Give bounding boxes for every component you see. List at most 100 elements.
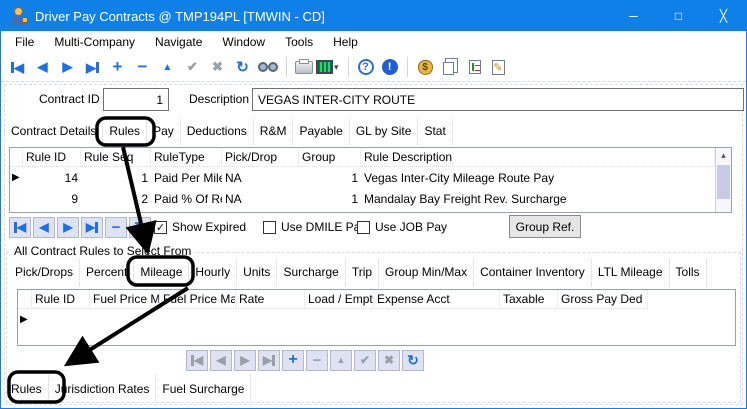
grid-prev-button[interactable]: ◀ [33,217,55,238]
tab-deductions[interactable]: Deductions [181,118,254,145]
menu-window[interactable]: Window [212,33,275,51]
cell-rule-type: Paid Per Mile [151,167,222,188]
cancel-changes-button[interactable]: ✖ [205,56,230,78]
use-job-pay-checkbox[interactable]: Use JOB Pay [357,216,447,238]
grid2-prev-button[interactable]: ◀ [210,350,232,371]
col-expense-acct[interactable]: Expense Acct [374,290,500,309]
help-icon[interactable]: ? [358,59,374,75]
add-record-button[interactable]: + [105,56,130,78]
col-taxable[interactable]: Taxable [500,290,558,309]
tab-pay[interactable]: Pay [147,118,181,145]
tab-pick-drops[interactable]: Pick/Drops [9,259,80,286]
col-rule-seq[interactable]: Rule Seq [81,148,151,167]
show-expired-checkbox[interactable]: ✓ Show Expired [154,216,246,238]
col-rule-id[interactable]: Rule ID [32,290,90,309]
col-fuel-price-min[interactable]: Fuel Price Mi [90,290,160,309]
grid-next-button[interactable]: ▶ [57,217,79,238]
menu-help[interactable]: Help [323,33,368,51]
tab-hourly[interactable]: Hourly [189,259,237,286]
grid2-last-button[interactable]: ▶ [258,350,280,371]
table-row[interactable]: 9 2 Paid % Of Re NA 1 Mandalay Bay Freig… [10,188,715,209]
tab-rm[interactable]: R&M [254,118,294,145]
tab-fuel-surcharge[interactable]: Fuel Surcharge [156,375,251,403]
first-record-button[interactable]: ◀ [5,56,30,78]
add-icon: + [288,351,297,369]
last-record-button[interactable]: ▶ [80,56,105,78]
tab-rules-bottom[interactable]: Rules [5,375,49,403]
grid-first-button[interactable]: ◀ [9,217,31,238]
tab-contract-details[interactable]: Contract Details [5,118,103,145]
tab-payable[interactable]: Payable [293,118,349,145]
grid-refresh-button[interactable]: ↻ [129,217,151,238]
tab-trip[interactable]: Trip [346,259,379,286]
grid2-delete-button[interactable]: − [306,350,328,371]
grid2-first-button[interactable]: ◀ [186,350,208,371]
table-row[interactable]: ▶ [18,309,735,330]
scrollbar-thumb[interactable] [717,165,730,199]
minimize-button[interactable]: ─ [611,1,656,31]
tab-stat[interactable]: Stat [418,118,452,145]
copy-icon[interactable] [443,62,454,75]
refresh-button[interactable]: ↻ [230,56,255,78]
grid-last-button[interactable]: ▶ [81,217,103,238]
edit-notes-icon[interactable]: ✎ [492,60,505,75]
collapse-button[interactable]: ▲ [155,56,180,78]
tab-surcharge[interactable]: Surcharge [277,259,345,286]
tab-container-inventory[interactable]: Container Inventory [474,259,592,286]
print-icon[interactable] [295,61,313,74]
tab-tolls[interactable]: Tolls [670,259,707,286]
tab-mileage[interactable]: Mileage [134,259,189,286]
grid2-cancel-button[interactable]: ✖ [378,350,400,371]
grid-delete-button[interactable]: − [105,217,127,238]
col-group[interactable]: Group [299,148,361,167]
previous-record-button[interactable]: ◀ [30,56,55,78]
tab-percent[interactable]: Percent [80,259,134,286]
description-label: Description [189,88,249,110]
tab-rules[interactable]: Rules [103,118,147,145]
info-icon[interactable]: ! [382,59,398,75]
table-row[interactable]: ▶ 14 1 Paid Per Mile NA 1 Vegas Inter-Ci… [10,167,715,188]
menu-navigate[interactable]: Navigate [145,33,212,51]
grid2-add-button[interactable]: + [282,350,304,371]
use-dmile-pay-checkbox[interactable]: Use DMILE Pay [263,216,366,238]
triangle-up-icon: ▲ [163,62,173,73]
col-rule-id[interactable]: Rule ID [23,148,81,167]
first-record-icon: ◀ [14,62,24,73]
report-icon[interactable] [469,60,481,74]
col-rule-type[interactable]: RuleType [151,148,222,167]
group-ref-button[interactable]: Group Ref. [509,215,581,238]
remove-icon: − [313,352,322,369]
tab-gl-by-site[interactable]: GL by Site [350,118,419,145]
tab-jurisdiction-rates[interactable]: Jurisdiction Rates [49,375,157,403]
delete-record-button[interactable]: − [130,56,155,78]
menu-tools[interactable]: Tools [275,33,323,51]
col-load-empty[interactable]: Load / Empt [305,290,374,309]
close-button[interactable]: ╳ [701,1,746,31]
tab-group-min-max[interactable]: Group Min/Max [379,259,474,286]
tab-units[interactable]: Units [237,259,277,286]
contract-id-field[interactable]: 1 [103,88,169,111]
menu-multi-company[interactable]: Multi-Company [44,33,145,51]
col-gross-pay-ded[interactable]: Gross Pay Ded [558,290,648,309]
grid2-accept-button[interactable]: ✔ [354,350,376,371]
col-rule-description[interactable]: Rule Description [361,148,715,167]
grid2-collapse-button[interactable]: ▲ [330,350,352,371]
description-field[interactable]: VEGAS INTER-CITY ROUTE [252,88,744,111]
search-binoculars-icon[interactable] [258,61,278,74]
chevron-down-icon[interactable]: ▾ [334,62,339,73]
tab-ltl-mileage[interactable]: LTL Mileage [592,259,670,286]
col-fuel-price-max[interactable]: Fuel Price Max [160,290,236,309]
col-rate[interactable]: Rate [236,290,305,309]
menu-file[interactable]: File [5,33,44,51]
next-record-icon: ▶ [63,220,72,234]
next-record-button[interactable]: ▶ [55,56,80,78]
funds-moneybag-icon[interactable]: $ [418,60,433,75]
vertical-scrollbar[interactable]: ▴ [715,148,731,212]
grid2-refresh-button[interactable]: ↻ [402,350,424,371]
grid2-next-button[interactable]: ▶ [234,350,256,371]
scroll-up-icon[interactable]: ▴ [716,148,731,163]
screen-monitor-icon[interactable] [316,60,333,74]
maximize-button[interactable]: □ [656,1,701,31]
accept-changes-button[interactable]: ✔ [180,56,205,78]
col-pick-drop[interactable]: Pick/Drop [222,148,299,167]
